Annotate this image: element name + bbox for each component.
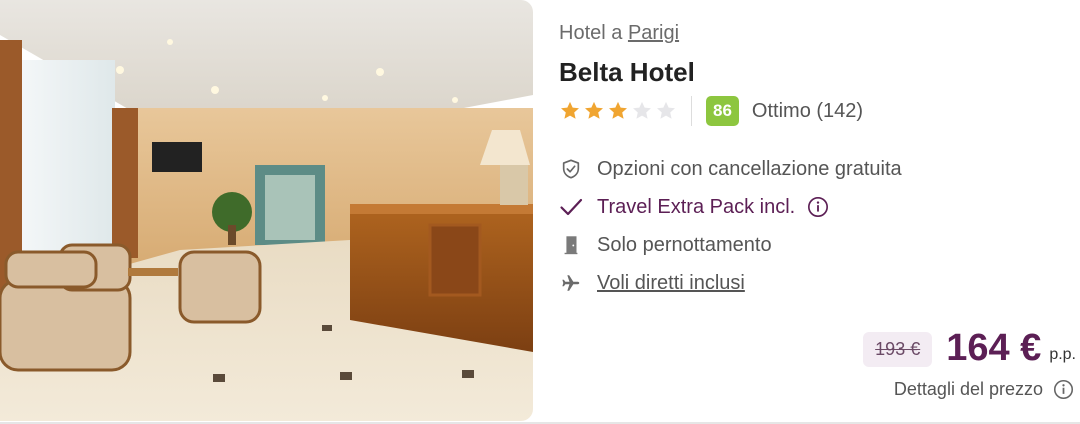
rating-row: 86 Ottimo (142): [559, 96, 863, 126]
price-block: 193 € 164 € p.p.: [863, 326, 1076, 370]
feature-label: Opzioni con cancellazione gratuita: [597, 157, 902, 180]
airplane-icon: [559, 271, 583, 295]
rating-divider: [691, 96, 692, 126]
current-price: 164 €: [946, 327, 1042, 369]
price-unit: p.p.: [1049, 346, 1076, 363]
star-empty-icon: [657, 101, 675, 119]
review-score-label[interactable]: Ottimo (142): [752, 100, 863, 123]
info-icon[interactable]: [1053, 379, 1074, 400]
door-icon: [559, 233, 583, 257]
hotel-photo[interactable]: [0, 0, 533, 421]
price-details-link[interactable]: Dettagli del prezzo: [894, 379, 1074, 400]
feature-list: Opzioni con cancellazione gratuita Trave…: [559, 150, 902, 302]
feature-free-cancellation: Opzioni con cancellazione gratuita: [559, 150, 902, 188]
city-link[interactable]: Parigi: [628, 22, 679, 44]
feature-direct-flights[interactable]: Voli diretti inclusi: [559, 264, 902, 302]
shield-check-icon: [559, 157, 583, 181]
review-score-badge: 86: [706, 96, 739, 126]
star-rating: [559, 100, 677, 122]
location-prefix: Hotel a: [559, 22, 623, 44]
feature-label: Travel Extra Pack incl.: [597, 195, 796, 218]
feature-room-only: Solo pernottamento: [559, 226, 902, 264]
hotel-name[interactable]: Belta Hotel: [559, 57, 695, 88]
hotel-lobby-image: [0, 0, 533, 421]
checkmark-icon: [559, 195, 583, 219]
star-empty-icon: [633, 101, 651, 119]
star-filled-icon: [585, 101, 603, 119]
old-price: 193 €: [863, 332, 933, 367]
star-filled-icon: [609, 101, 627, 119]
price-details-label[interactable]: Dettagli del prezzo: [894, 379, 1043, 400]
star-filled-icon: [561, 101, 579, 119]
location-line: Hotel a Parigi: [559, 22, 679, 45]
feature-label-link[interactable]: Voli diretti inclusi: [597, 272, 745, 295]
feature-label: Solo pernottamento: [597, 233, 772, 256]
hotel-card[interactable]: Hotel a Parigi Belta Hotel 86 Ottimo (14…: [0, 0, 1080, 424]
info-icon[interactable]: [807, 196, 829, 218]
feature-travel-extra-pack: Travel Extra Pack incl.: [559, 188, 902, 226]
